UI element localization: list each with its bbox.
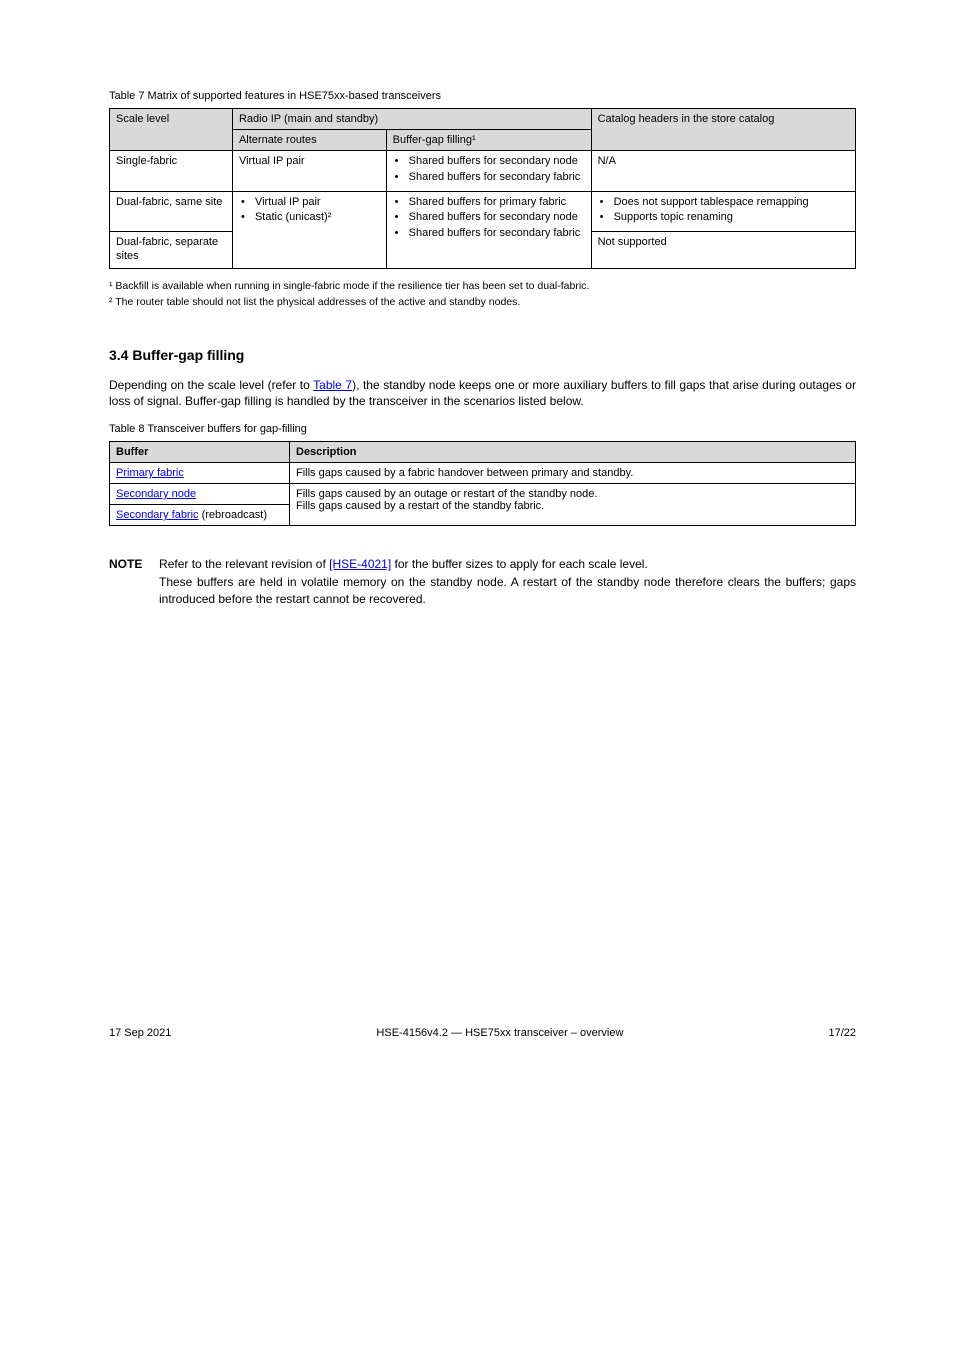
footnote-1: ¹ Backfill is available when running in … <box>109 279 856 293</box>
note-text: Refer to the relevant revision of [HSE-4… <box>159 557 648 571</box>
table7-caption: Table 7 Matrix of supported features in … <box>109 90 856 102</box>
footnote-2: ² The router table should not list the p… <box>109 295 856 309</box>
footer-date: 17 Sep 2021 <box>109 1027 171 1039</box>
th-buffer: Buffer <box>110 442 290 463</box>
cell-catalog: N/A <box>591 151 855 192</box>
table-row: Single-fabric Virtual IP pair Shared buf… <box>110 151 856 192</box>
table-row: Dual-fabric, same site Virtual IP pair S… <box>110 191 856 232</box>
text-span: for the buffer sizes to apply for each s… <box>391 557 648 571</box>
table8: Buffer Description Primary fabric Fills … <box>109 441 856 526</box>
cell-alt: Virtual IP pair <box>232 151 386 192</box>
list-item: Shared buffers for secondary fabric <box>395 227 585 241</box>
page-footer: 17 Sep 2021 HSE-4156v4.2 — HSE75xx trans… <box>109 1027 856 1039</box>
list-item: Does not support tablespace remapping <box>600 196 849 210</box>
section-paragraph: Depending on the scale level (refer to T… <box>109 377 856 409</box>
cell-scale: Dual-fabric, same site <box>110 191 233 232</box>
table7: Scale level Radio IP (main and standby) … <box>109 108 856 269</box>
text-span: (rebroadcast) <box>199 509 267 521</box>
section-heading: 3.4 Buffer-gap filling <box>109 347 856 363</box>
cell-buffer: Secondary fabric (rebroadcast) <box>110 505 290 526</box>
text-span: Depending on the scale level (refer to <box>109 378 313 392</box>
list-item: Supports topic renaming <box>600 211 849 225</box>
cell-alt: Virtual IP pair Static (unicast)² <box>232 191 386 268</box>
footer-page: 17/22 <box>828 1027 856 1039</box>
cell-scale: Dual-fabric, separate sites <box>110 232 233 269</box>
list-item: Virtual IP pair <box>241 196 380 210</box>
table8-caption: Table 8 Transceiver buffers for gap-fill… <box>109 423 856 435</box>
cell-buffer: Secondary node <box>110 484 290 505</box>
list-item: Static (unicast)² <box>241 211 380 225</box>
link-primary-fabric[interactable]: Primary fabric <box>116 467 184 479</box>
list-item: Shared buffers for secondary fabric <box>395 171 585 185</box>
table-row: Secondary node Fills gaps caused by an o… <box>110 484 856 505</box>
note-label: NOTE <box>109 557 142 571</box>
list-item: Shared buffers for primary fabric <box>395 196 585 210</box>
cell-catalog: Not supported <box>591 232 855 269</box>
cell-bufgap: Shared buffers for secondary node Shared… <box>386 151 591 192</box>
link-table7[interactable]: Table 7 <box>313 378 352 392</box>
note-paragraph-2: These buffers are held in volatile memor… <box>159 574 856 606</box>
cell-descr: Fills gaps caused by a fabric handover b… <box>290 463 856 484</box>
cell-catalog: Does not support tablespace remapping Su… <box>591 191 855 232</box>
table-row: Primary fabric Fills gaps caused by a fa… <box>110 463 856 484</box>
link-secondary-fabric[interactable]: Secondary fabric <box>116 509 199 521</box>
text-span: Fills gaps caused by an outage or restar… <box>296 488 597 500</box>
footer-title: HSE-4156v4.2 — HSE75xx transceiver – ove… <box>376 1027 623 1039</box>
text-span: Fills gaps caused by a restart of the st… <box>296 500 544 512</box>
th-catalog: Catalog headers in the store catalog <box>591 109 855 151</box>
th-radio-group: Radio IP (main and standby) <box>232 109 591 130</box>
cell-descr: Fills gaps caused by an outage or restar… <box>290 484 856 526</box>
link-secondary-node[interactable]: Secondary node <box>116 488 196 500</box>
cell-buffer: Primary fabric <box>110 463 290 484</box>
th-alt-routes: Alternate routes <box>232 130 386 151</box>
cell-bufgap: Shared buffers for primary fabric Shared… <box>386 191 591 268</box>
text-span: Refer to the relevant revision of <box>159 557 329 571</box>
th-descr: Description <box>290 442 856 463</box>
th-buf-gap: Buffer-gap filling¹ <box>386 130 591 151</box>
th-scale: Scale level <box>110 109 233 151</box>
list-item: Shared buffers for secondary node <box>395 155 585 169</box>
table-row: Buffer Description <box>110 442 856 463</box>
list-item: Shared buffers for secondary node <box>395 211 585 225</box>
note-block: NOTE Refer to the relevant revision of [… <box>109 556 856 607</box>
table-row: Scale level Radio IP (main and standby) … <box>110 109 856 130</box>
link-ref-doc[interactable]: [HSE-4021] <box>329 557 391 571</box>
cell-scale: Single-fabric <box>110 151 233 192</box>
